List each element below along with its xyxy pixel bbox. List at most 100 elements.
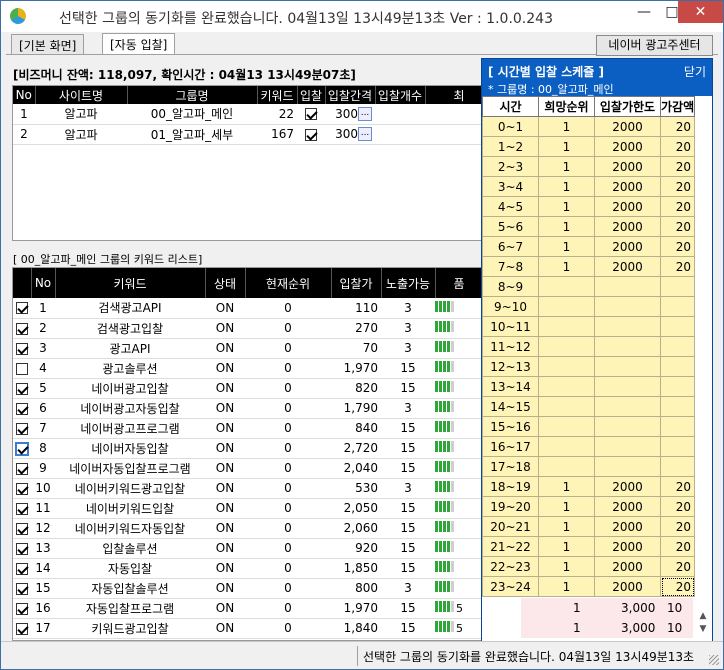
schedule-row[interactable]: 13~14 [482, 376, 695, 397]
keyword-row[interactable]: 2 검색광고입찰 ON 0 270 3 [13, 318, 482, 339]
schedule-step[interactable]: 20 [660, 156, 695, 177]
schedule-rank[interactable] [538, 416, 595, 437]
keyword-checkbox[interactable] [16, 562, 28, 575]
schedule-row[interactable]: 18~19 1 2000 20 [482, 476, 695, 497]
sites-col-header[interactable]: 입찰개수 [375, 86, 426, 104]
schedule-step[interactable]: 20 [660, 536, 695, 557]
schedule-step[interactable]: 20 [660, 496, 695, 517]
schedule-step[interactable]: 20 [660, 256, 695, 277]
schedule-scrollbar[interactable]: ▲ ▼ [695, 58, 713, 641]
schedule-step[interactable] [660, 416, 695, 437]
schedule-row[interactable]: 19~20 1 2000 20 [482, 496, 695, 517]
schedule-limit[interactable] [594, 376, 661, 397]
schedule-step[interactable]: 20 [660, 136, 695, 157]
schedule-limit[interactable]: 2000 [594, 196, 661, 217]
schedule-row[interactable]: 0~1 1 2000 20 [482, 116, 695, 137]
schedule-rank[interactable]: 1 [538, 576, 595, 597]
keyword-row[interactable]: 14 자동입찰 ON 0 1,850 15 [13, 558, 482, 579]
keyword-row[interactable]: 12 네이버키워드자동입찰 ON 0 2,060 15 [13, 518, 482, 539]
schedule-rank[interactable]: 1 [538, 536, 595, 557]
sites-col-header[interactable]: 키워드 [257, 86, 298, 104]
schedule-row[interactable]: 4~5 1 2000 20 [482, 196, 695, 217]
keyword-col-header[interactable]: 상태 [205, 268, 246, 298]
bid-checkbox[interactable] [305, 108, 317, 121]
schedule-rank[interactable]: 1 [538, 496, 595, 517]
keyword-row[interactable]: 13 입찰솔루션 ON 0 920 15 [13, 538, 482, 559]
schedule-limit[interactable] [594, 396, 661, 417]
naver-ad-center-button[interactable]: 네이버 광고주센터 [596, 35, 713, 56]
schedule-row[interactable]: 12~13 [482, 356, 695, 377]
site-row[interactable]: 2 알고파 01_알고파_세부 167 300... [13, 124, 481, 145]
sites-col-header[interactable]: No [13, 86, 36, 104]
schedule-row[interactable]: 7~8 1 2000 20 [482, 256, 695, 277]
schedule-limit[interactable]: 2000 [594, 516, 661, 537]
scroll-down-arrow-icon[interactable]: ▼ [695, 624, 711, 634]
schedule-rank[interactable] [538, 336, 595, 357]
schedule-row[interactable]: 23~24 1 2000 20 [482, 576, 695, 597]
scroll-up-arrow-icon[interactable]: ▲ [695, 611, 711, 621]
schedule-limit[interactable]: 2000 [594, 536, 661, 557]
keyword-checkbox[interactable] [16, 502, 28, 515]
keyword-row[interactable]: 4 광고솔루션 ON 0 1,970 15 [13, 358, 482, 379]
schedule-step[interactable] [660, 316, 695, 337]
schedule-step[interactable] [660, 336, 695, 357]
schedule-limit[interactable]: 2000 [594, 496, 661, 517]
keyword-row[interactable]: 7 네이버광고프로그램 ON 0 840 15 [13, 418, 482, 439]
schedule-step[interactable]: 20 [660, 476, 695, 497]
schedule-step[interactable]: 20 [660, 116, 695, 137]
schedule-row[interactable]: 15~16 [482, 416, 695, 437]
schedule-limit[interactable]: 2000 [594, 176, 661, 197]
keyword-checkbox[interactable] [16, 522, 28, 535]
schedule-row[interactable]: 2~3 1 2000 20 [482, 156, 695, 177]
schedule-step[interactable] [660, 436, 695, 457]
schedule-limit[interactable] [594, 276, 661, 297]
schedule-rank[interactable] [538, 316, 595, 337]
keyword-checkbox[interactable] [16, 382, 28, 395]
schedule-limit[interactable] [594, 456, 661, 477]
keyword-checkbox[interactable] [16, 462, 28, 475]
schedule-row[interactable]: 6~7 1 2000 20 [482, 236, 695, 257]
schedule-rank[interactable]: 1 [538, 196, 595, 217]
schedule-limit[interactable]: 2000 [594, 236, 661, 257]
schedule-row[interactable]: 3~4 1 2000 20 [482, 176, 695, 197]
schedule-rank[interactable] [538, 376, 595, 397]
keyword-col-header[interactable]: 품 [435, 268, 482, 298]
schedule-step[interactable]: 20 [660, 236, 695, 257]
schedule-rank[interactable]: 1 [538, 176, 595, 197]
schedule-limit[interactable]: 2000 [594, 556, 661, 577]
schedule-rank[interactable]: 1 [538, 516, 595, 537]
schedule-rank[interactable]: 1 [538, 556, 595, 577]
schedule-row[interactable]: 1~2 1 2000 20 [482, 136, 695, 157]
schedule-limit[interactable]: 2000 [594, 576, 661, 597]
schedule-limit[interactable] [594, 416, 661, 437]
keyword-checkbox[interactable] [16, 342, 28, 355]
schedule-row[interactable]: 21~22 1 2000 20 [482, 536, 695, 557]
schedule-rank[interactable]: 1 [538, 256, 595, 277]
schedule-row[interactable]: 5~6 1 2000 20 [482, 216, 695, 237]
schedule-rank[interactable] [538, 436, 595, 457]
schedule-step[interactable]: 20 [660, 516, 695, 537]
keyword-checkbox[interactable] [16, 302, 28, 315]
keyword-row[interactable]: 11 네이버키워드입찰 ON 0 2,050 15 [13, 498, 482, 519]
keyword-checkbox[interactable] [16, 362, 28, 375]
keyword-col-header[interactable] [13, 268, 32, 298]
schedule-row[interactable]: 17~18 [482, 456, 695, 477]
keyword-row[interactable]: 9 네이버자동입찰프로그램 ON 0 2,040 15 [13, 458, 482, 479]
schedule-rank[interactable]: 1 [538, 136, 595, 157]
interval-more-button[interactable]: ... [358, 107, 372, 121]
schedule-limit[interactable]: 2000 [594, 156, 661, 177]
schedule-rank[interactable] [538, 456, 595, 477]
sites-col-header[interactable]: 그룹명 [127, 86, 258, 104]
schedule-rank[interactable]: 1 [538, 116, 595, 137]
schedule-row[interactable]: 11~12 [482, 336, 695, 357]
interval-more-button[interactable]: ... [358, 127, 372, 142]
schedule-limit[interactable]: 2000 [594, 476, 661, 497]
schedule-limit[interactable] [594, 336, 661, 357]
keyword-checkbox[interactable] [16, 402, 28, 415]
keyword-checkbox[interactable] [16, 322, 28, 335]
sites-col-header[interactable]: 최 [425, 86, 481, 104]
schedule-step[interactable]: 20 [660, 576, 695, 597]
sites-col-header[interactable]: 사이트명 [35, 86, 128, 104]
keyword-checkbox[interactable] [16, 482, 28, 495]
minimize-button[interactable]: — [629, 1, 659, 23]
